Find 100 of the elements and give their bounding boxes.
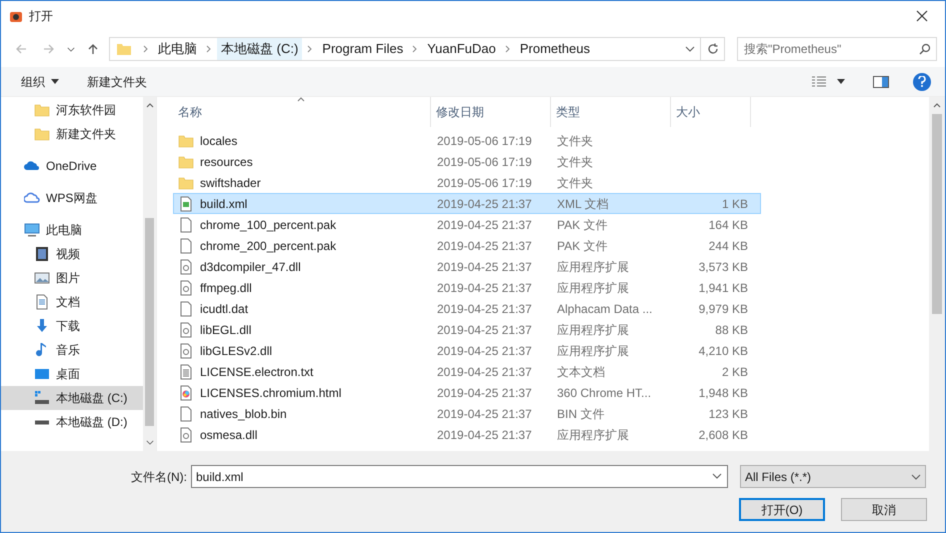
scroll-up-icon bbox=[146, 103, 154, 108]
size-cell-text: 9,979 KB bbox=[698, 300, 749, 318]
sidebar-item[interactable]: WPS网盘 bbox=[1, 186, 143, 210]
date-cell-text: 2019-04-25 21:37 bbox=[436, 384, 533, 402]
file-row[interactable]: libGLESv2.dll 2019-04-25 21:37 应用程序扩展 4,210 KB bbox=[173, 340, 761, 361]
file-name: libEGL.dll bbox=[200, 322, 252, 338]
date-cell-text: 2019-04-25 21:37 bbox=[436, 406, 533, 422]
breadcrumb[interactable]: 此电脑 bbox=[154, 38, 201, 60]
type-cell-text: 应用程序扩展 bbox=[556, 322, 630, 338]
list-view-icon bbox=[811, 76, 827, 88]
organize-menu[interactable]: 组织 bbox=[15, 70, 65, 94]
type-cell-text: 文本文档 bbox=[556, 364, 606, 380]
sidebar-item[interactable]: 本地磁盘 (D:) bbox=[1, 410, 143, 434]
date-cell-text: 2019-04-25 21:37 bbox=[436, 300, 533, 318]
help-button[interactable] bbox=[913, 72, 931, 90]
xml-file-icon bbox=[178, 196, 194, 212]
chevron-icon bbox=[143, 45, 149, 53]
folder-icon bbox=[178, 154, 194, 170]
filename-label: 文件名(N): bbox=[131, 468, 188, 486]
breadcrumb[interactable]: YuanFuDao bbox=[423, 38, 500, 60]
size-cell-text: 2,608 KB bbox=[698, 426, 749, 444]
file-name: libGLESv2.dll bbox=[200, 342, 272, 360]
sidebar-item[interactable]: 图片 bbox=[1, 266, 143, 290]
window-title: 打开 bbox=[29, 8, 53, 25]
file-row[interactable]: chrome_100_percent.pak 2019-04-25 21:37 PAK 文件 164 KB bbox=[173, 214, 761, 235]
size-cell-text: 88 KB bbox=[714, 322, 749, 338]
sidebar-item[interactable]: 下载 bbox=[1, 314, 143, 338]
cancel-button[interactable]: 取消 bbox=[841, 498, 927, 521]
type-cell-text: PAK 文件 bbox=[556, 238, 608, 254]
folder-icon bbox=[116, 41, 132, 57]
file-row[interactable]: LICENSE.electron.txt 2019-04-25 21:37 文本文档 2 KB bbox=[173, 361, 761, 382]
sidebar-item[interactable]: 桌面 bbox=[1, 362, 143, 386]
sidebar-item[interactable]: 此电脑 bbox=[1, 218, 143, 242]
size-cell-text: 3,573 KB bbox=[698, 258, 749, 276]
type-cell-text: 应用程序扩展 bbox=[556, 426, 630, 444]
type-cell-text: XML 文档 bbox=[556, 196, 610, 212]
scroll-thumb[interactable] bbox=[932, 114, 942, 314]
scroll-thumb[interactable] bbox=[145, 218, 154, 426]
file-name: chrome_200_percent.pak bbox=[200, 238, 336, 254]
chevron-down-icon bbox=[712, 473, 722, 479]
search-field[interactable]: 搜索"Prometheus" bbox=[737, 37, 937, 61]
file-row[interactable]: locales 2019-05-06 17:19 文件夹 bbox=[173, 130, 761, 151]
new-folder-button[interactable]: 新建文件夹 bbox=[73, 70, 161, 94]
caret-icon bbox=[51, 79, 59, 84]
folder-icon bbox=[178, 132, 194, 148]
size-cell-text: 1 KB bbox=[720, 196, 749, 212]
file-row[interactable]: resources 2019-05-06 17:19 文件夹 bbox=[173, 151, 761, 172]
filename-field[interactable]: build.xml bbox=[191, 465, 728, 488]
sidebar-item[interactable]: 视频 bbox=[1, 242, 143, 266]
search-icon bbox=[919, 43, 931, 55]
file-row[interactable]: LICENSES.chromium.html 2019-04-25 21:37 360 Chrome HT... 1,948 KB bbox=[173, 382, 761, 403]
type-cell-text: 文件夹 bbox=[556, 132, 594, 150]
app-icon bbox=[9, 9, 23, 23]
breadcrumb[interactable]: 本地磁盘 (C:) bbox=[217, 38, 302, 60]
file-icon bbox=[178, 216, 194, 232]
question-mark-icon bbox=[918, 76, 926, 87]
desktop-icon bbox=[34, 366, 50, 382]
file-row[interactable]: ffmpeg.dll 2019-04-25 21:37 应用程序扩展 1,941 KB bbox=[173, 277, 761, 298]
size-cell-text: 123 KB bbox=[708, 406, 749, 422]
column-header[interactable]: 名称 bbox=[173, 97, 431, 127]
breadcrumb[interactable]: Prometheus bbox=[516, 38, 594, 60]
left-arrow-icon bbox=[15, 43, 27, 55]
date-cell-text: 2019-04-25 21:37 bbox=[436, 216, 533, 234]
colorful-file-icon bbox=[178, 384, 194, 400]
refresh-icon bbox=[706, 43, 718, 55]
gear-file-icon bbox=[178, 322, 194, 338]
column-header[interactable]: 类型 bbox=[551, 97, 671, 127]
sidebar-item[interactable]: OneDrive bbox=[1, 154, 143, 178]
file-row[interactable]: chrome_200_percent.pak 2019-04-25 21:37 PAK 文件 244 KB bbox=[173, 235, 761, 256]
file-row[interactable]: build.xml 2019-04-25 21:37 XML 文档 1 KB bbox=[173, 193, 761, 214]
file-type-dropdown[interactable]: All Files (*.*) bbox=[740, 465, 926, 488]
chevron-down-icon bbox=[685, 46, 695, 52]
file-row[interactable]: libEGL.dll 2019-04-25 21:37 应用程序扩展 88 KB bbox=[173, 319, 761, 340]
open-button[interactable]: 打开(O) bbox=[739, 498, 825, 521]
sidebar-item[interactable]: 本地磁盘 (C:) bbox=[1, 386, 143, 410]
date-cell-text: 2019-04-25 21:37 bbox=[436, 364, 533, 380]
breadcrumb[interactable]: Program Files bbox=[318, 38, 408, 60]
file-row[interactable]: osmesa.dll 2019-04-25 21:37 应用程序扩展 2,608 KB bbox=[173, 424, 761, 445]
column-header[interactable]: 修改日期 bbox=[431, 97, 551, 127]
sidebar-item[interactable]: 河东软件园 bbox=[1, 98, 143, 122]
caret-icon bbox=[837, 79, 845, 84]
size-cell-text: 2 KB bbox=[720, 364, 749, 380]
column-header[interactable]: 大小 bbox=[671, 97, 751, 127]
folder-icon bbox=[178, 174, 194, 190]
close-icon bbox=[916, 10, 928, 22]
file-row[interactable]: swiftshader 2019-05-06 17:19 文件夹 bbox=[173, 172, 761, 193]
file-name: d3dcompiler_47.dll bbox=[200, 258, 301, 276]
file-row[interactable]: natives_blob.bin 2019-04-25 21:37 BIN 文件 123 KB bbox=[173, 403, 761, 424]
computer-icon bbox=[24, 222, 40, 238]
sidebar-item[interactable]: 新建文件夹 bbox=[1, 122, 143, 146]
sidebar-item[interactable]: 文档 bbox=[1, 290, 143, 314]
type-cell-text: 360 Chrome HT... bbox=[556, 384, 652, 402]
scroll-down-icon bbox=[146, 440, 154, 445]
sidebar-item[interactable]: 音乐 bbox=[1, 338, 143, 362]
chevron-icon bbox=[206, 45, 212, 53]
date-cell-text: 2019-04-25 21:37 bbox=[436, 238, 533, 254]
file-row[interactable]: icudtl.dat 2019-04-25 21:37 Alphacam Data ... 9,979 KB bbox=[173, 298, 761, 319]
film-icon bbox=[34, 246, 50, 262]
date-cell-text: 2019-04-25 21:37 bbox=[436, 258, 533, 276]
file-row[interactable]: d3dcompiler_47.dll 2019-04-25 21:37 应用程序扩展 3,573 KB bbox=[173, 256, 761, 277]
